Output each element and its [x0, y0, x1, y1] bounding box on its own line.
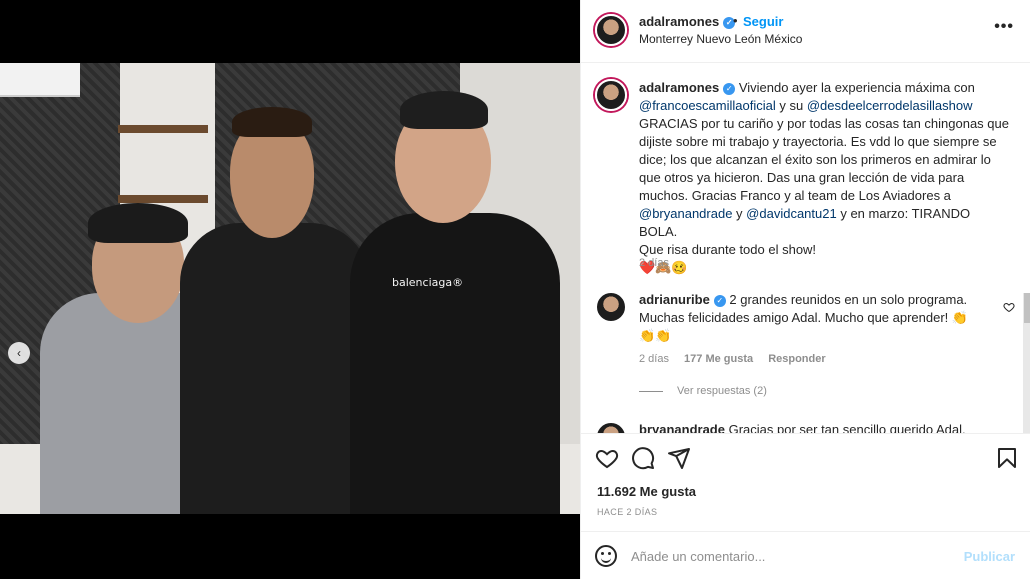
post-timestamp[interactable]: HACE 2 DÍAS	[597, 507, 657, 517]
more-options-icon[interactable]: •••	[994, 18, 1014, 36]
mention-link[interactable]: @davidcantu21	[746, 206, 837, 221]
person-middle-body	[180, 223, 370, 514]
comments-scrollbar[interactable]	[1023, 293, 1030, 433]
view-replies-button[interactable]: Ver respuestas (2)	[639, 385, 767, 397]
comment-like-heart-icon[interactable]	[1003, 301, 1015, 316]
person-right-hair	[400, 91, 488, 129]
share-paper-plane-icon[interactable]	[667, 446, 691, 470]
post-side-panel: adalramones ✓ • Seguir Monterrey Nuevo Le…	[580, 0, 1030, 579]
photo-shelf	[118, 125, 208, 133]
commenter-username[interactable]: bryanandrade	[639, 422, 725, 433]
emoji-smiley-icon[interactable]	[595, 545, 617, 567]
modal-overlay: balenciaga® ‹ adalramones ✓ • Seguir Mont…	[0, 0, 1030, 579]
mention-link[interactable]: @francoescamillaoficial	[639, 98, 776, 113]
view-replies-label[interactable]: Ver respuestas (2)	[677, 385, 767, 397]
replies-line	[639, 390, 663, 392]
verified-badge-icon: ✓	[723, 82, 736, 95]
caption-meta: 2 días	[639, 257, 681, 269]
publish-button[interactable]: Publicar	[964, 549, 1015, 564]
comment-text: adrianuribe ✓ 2 grandes reunidos en un so…	[639, 291, 969, 345]
shirt-logo-text: balenciaga®	[392, 276, 464, 289]
comment-text: bryanandrade Gracias por ser tan sencill…	[639, 421, 969, 433]
commenter-username[interactable]: adrianuribe	[639, 292, 710, 307]
caption-avatar[interactable]	[595, 79, 627, 111]
caption-username[interactable]: adalramones	[639, 80, 719, 95]
caption-text: adalramones ✓ Viviendo ayer la experienci…	[639, 79, 1011, 277]
comments-list[interactable]: adalramones ✓ Viviendo ayer la experienci…	[581, 63, 1030, 433]
person-middle-hair	[232, 107, 312, 137]
caption-part: GRACIAS por tu cariño y por todas las co…	[639, 116, 1009, 203]
post-photo[interactable]: balenciaga® ‹	[0, 63, 580, 514]
person-left-hair	[88, 203, 188, 243]
scrollbar-thumb[interactable]	[1024, 293, 1030, 323]
caption-part: Viviendo ayer la experiencia máxima con	[735, 80, 975, 95]
commenter-avatar[interactable]	[595, 421, 627, 433]
reply-button[interactable]: Responder	[768, 353, 825, 365]
comment-likes[interactable]: 177 Me gusta	[684, 353, 753, 365]
post-header: adalramones ✓ • Seguir Monterrey Nuevo Le…	[581, 0, 1030, 63]
caption-age[interactable]: 2 días	[639, 257, 669, 269]
author-username-text[interactable]: adalramones	[639, 14, 719, 29]
header-separator: •	[733, 13, 738, 28]
caption-part: Que risa durante todo el show!	[639, 242, 817, 257]
photo-air-conditioner	[0, 63, 80, 97]
post-location[interactable]: Monterrey Nuevo León México	[639, 32, 802, 46]
mention-link[interactable]: @desdeelcerrodelasillashow	[807, 98, 973, 113]
mention-link[interactable]: @bryanandrade	[639, 206, 732, 221]
add-comment-bar: Publicar	[581, 531, 1030, 579]
comment-meta: 2 días 177 Me gusta Responder	[639, 353, 838, 365]
save-bookmark-icon[interactable]	[995, 446, 1019, 470]
photo-shelf-lower	[118, 195, 208, 203]
commenter-avatar[interactable]	[595, 291, 627, 323]
caption-part: y su	[775, 98, 807, 113]
like-heart-icon[interactable]	[595, 446, 619, 470]
comment-input[interactable]	[631, 545, 951, 567]
comment-body: Gracias por ser tan sencillo querido Ada…	[728, 422, 969, 433]
person-right-body	[350, 213, 560, 514]
author-avatar[interactable]	[595, 14, 627, 46]
verified-badge-icon: ✓	[713, 294, 726, 307]
comment-age[interactable]: 2 días	[639, 353, 669, 365]
carousel-prev-button[interactable]: ‹	[8, 342, 30, 364]
post-likes-count[interactable]: 11.692 Me gusta	[597, 484, 696, 499]
caption-part: y	[732, 206, 747, 221]
author-username[interactable]: adalramones ✓	[639, 14, 736, 29]
comment-bubble-icon[interactable]	[631, 446, 655, 470]
follow-button[interactable]: Seguir	[743, 14, 783, 29]
